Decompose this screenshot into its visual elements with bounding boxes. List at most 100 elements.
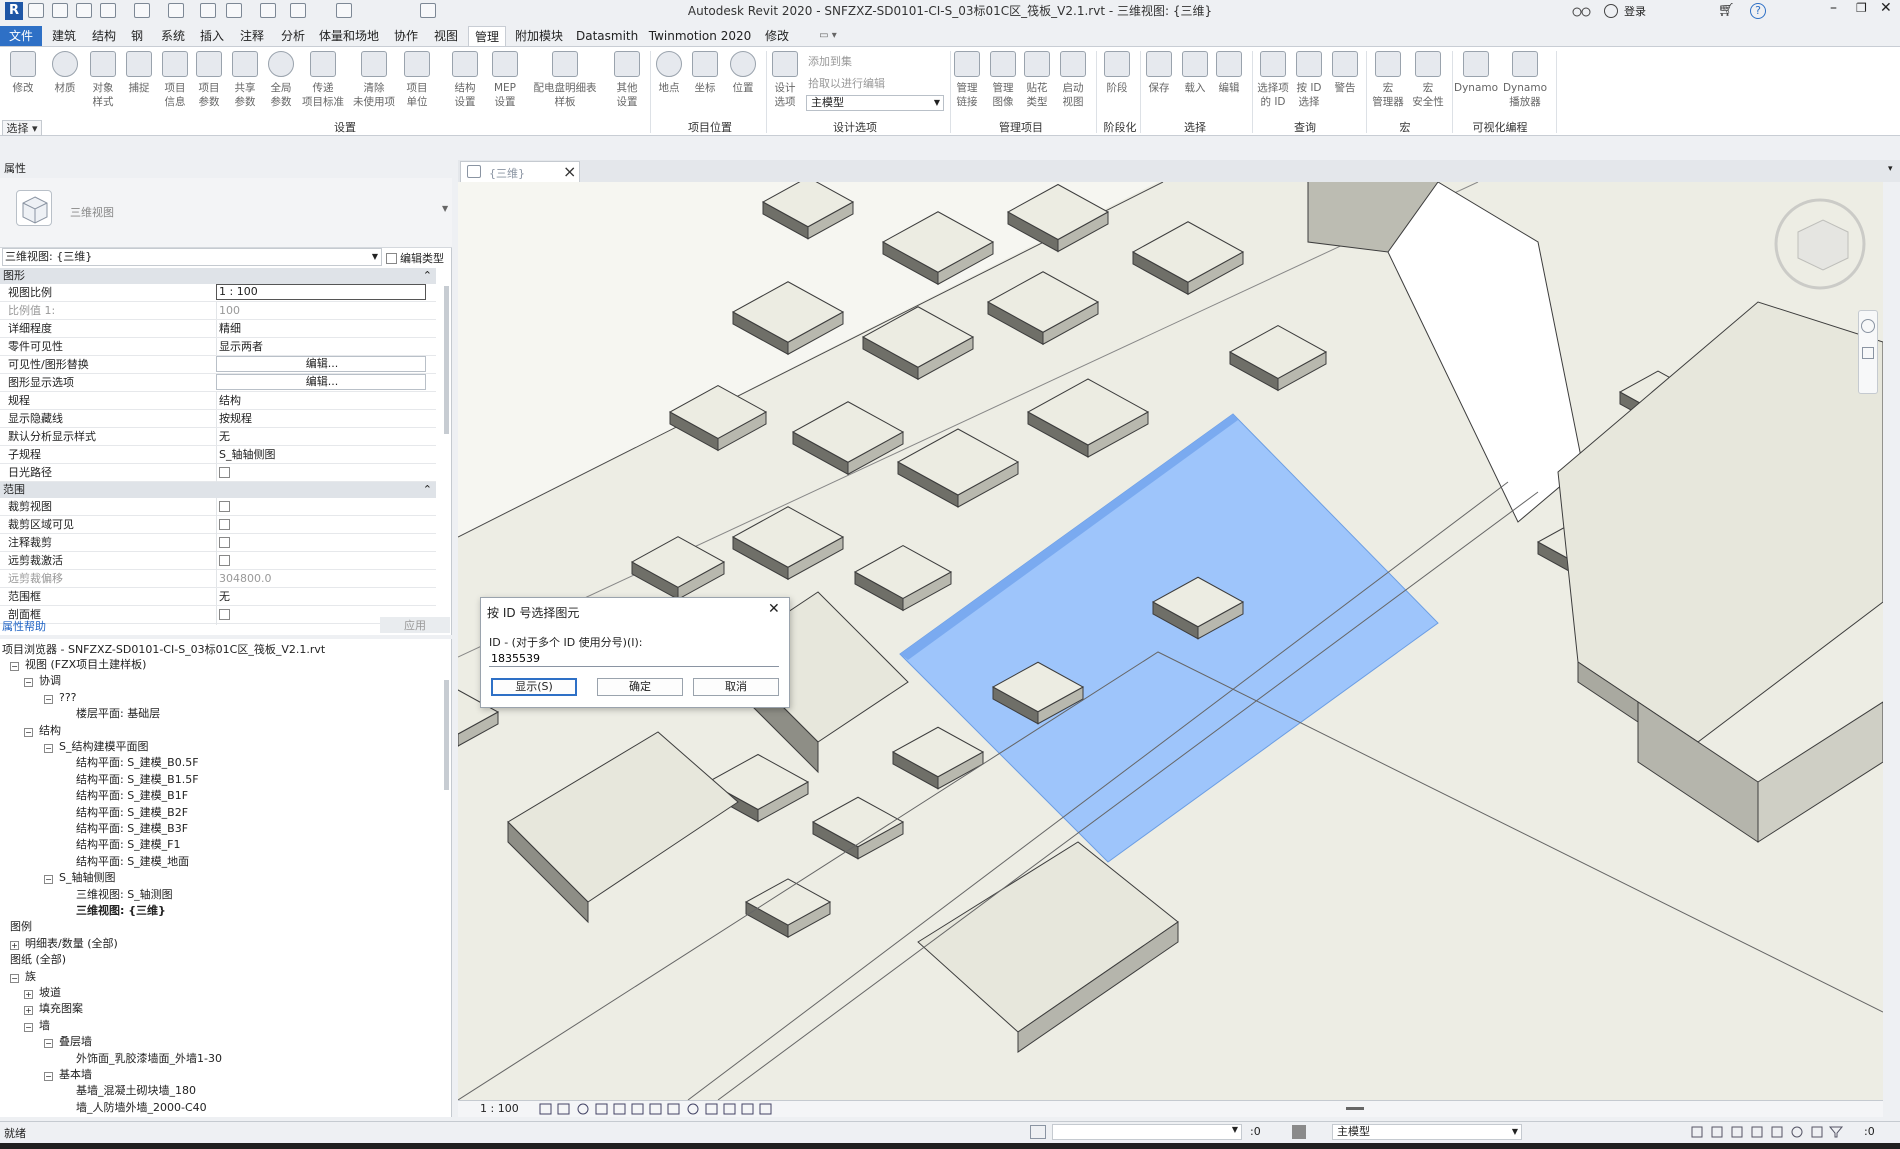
properties-help-link[interactable]: 属性帮助 <box>2 618 46 634</box>
position-button[interactable]: 位置 <box>726 51 760 121</box>
property-edit-button[interactable]: 编辑... <box>216 374 426 390</box>
property-value[interactable]: 无 <box>216 588 426 605</box>
collapse-icon[interactable]: − <box>24 678 33 688</box>
global-params-button[interactable]: 全局 参数 <box>264 51 298 121</box>
phases-button[interactable]: 阶段 <box>1100 51 1134 121</box>
materials-button[interactable]: 材质 <box>48 51 82 121</box>
steering-wheel-icon[interactable] <box>1861 319 1875 333</box>
horizontal-scroll-thumb[interactable] <box>1346 1107 1364 1110</box>
tree-node[interactable]: 结构平面: S_建模_B1F <box>76 788 188 804</box>
tree-node[interactable]: 结构平面: S_建模_B1.5F <box>76 772 199 788</box>
apply-button[interactable]: 应用 <box>380 617 450 633</box>
decal-types-button[interactable]: 贴花 类型 <box>1020 51 1054 121</box>
starting-view-button[interactable]: 启动 视图 <box>1056 51 1090 121</box>
dynamo-button[interactable]: Dynamo <box>1454 51 1498 121</box>
pick-to-edit-button[interactable]: 拾取以进行编辑 <box>808 75 885 91</box>
tab-insert[interactable]: 插入 <box>198 26 226 46</box>
undo-icon[interactable] <box>134 3 150 18</box>
panel-toggle-icon[interactable]: ▭ ▾ <box>814 26 842 46</box>
tree-node[interactable]: −??? <box>44 690 77 706</box>
properties-scrollbar[interactable] <box>444 286 449 434</box>
property-value[interactable]: 结构 <box>216 392 426 409</box>
close-icon[interactable]: × <box>563 162 576 181</box>
tree-node[interactable]: + 坡道 <box>24 985 61 1001</box>
view-tab-menu-icon[interactable]: ▾ <box>1888 164 1893 174</box>
navigation-bar[interactable] <box>1858 310 1878 394</box>
property-value[interactable]: 无 <box>216 428 426 445</box>
tab-collaborate[interactable]: 协作 <box>392 26 420 46</box>
tree-node[interactable]: 基墙_混凝土砌块墙_180 <box>76 1083 196 1099</box>
object-styles-button[interactable]: 对象 样式 <box>86 51 120 121</box>
workset-select[interactable]: ▼ <box>1052 1124 1242 1140</box>
dimension-icon[interactable] <box>260 3 276 18</box>
transfer-standards-button[interactable]: 传递 项目标准 <box>300 51 346 121</box>
cancel-button[interactable]: 取消 <box>693 678 779 696</box>
property-checkbox[interactable] <box>216 534 426 553</box>
tab-analyze[interactable]: 分析 <box>278 26 308 46</box>
purge-unused-button[interactable]: 清除 未使用项 <box>350 51 398 121</box>
tree-node[interactable]: − 基本墙 <box>44 1067 92 1083</box>
project-units-button[interactable]: 项目 单位 <box>400 51 434 121</box>
collapse-icon[interactable]: − <box>24 727 33 737</box>
project-info-button[interactable]: 项目 信息 <box>158 51 192 121</box>
collapse-icon[interactable]: − <box>44 744 53 753</box>
warnings-button[interactable]: 警告 <box>1328 51 1362 121</box>
collapse-icon[interactable]: − <box>44 1072 53 1081</box>
restore-icon[interactable]: ❐ <box>1856 1 1867 15</box>
tab-modify[interactable]: 修改 <box>762 26 792 46</box>
open-icon[interactable] <box>52 3 68 18</box>
design-options-button[interactable]: 设计 选项 <box>768 51 802 121</box>
add-to-set-button[interactable]: 添加到集 <box>808 53 852 69</box>
tab-architecture[interactable]: 建筑 <box>50 26 78 46</box>
checkbox[interactable] <box>219 519 230 530</box>
worksets-icon[interactable] <box>1030 1125 1046 1139</box>
help-icon[interactable]: ? <box>1750 3 1766 19</box>
switch-windows-icon[interactable] <box>420 3 436 18</box>
modify-button[interactable]: 修改 <box>6 51 40 121</box>
property-value[interactable]: S_轴轴侧图 <box>216 446 426 463</box>
tree-node[interactable]: − S_轴轴侧图 <box>44 870 115 886</box>
user-icon[interactable] <box>1604 4 1618 18</box>
checkbox[interactable] <box>219 467 230 478</box>
edit-selection-button[interactable]: 编辑 <box>1212 51 1246 121</box>
status-model-select[interactable]: 主模型 ▼ <box>1332 1124 1522 1140</box>
view-control-icons[interactable] <box>538 1103 828 1115</box>
tree-node[interactable]: 三维视图: {三维} <box>76 903 166 919</box>
select-by-id-button[interactable]: 按 ID 选择 <box>1292 51 1326 121</box>
view-scale[interactable]: 1 : 100 <box>480 1102 519 1115</box>
print-icon[interactable] <box>200 3 216 18</box>
tree-node[interactable]: 外饰面_乳胶漆墙面_外墙1-30 <box>76 1051 222 1067</box>
tree-node[interactable]: − 墙 <box>24 1018 50 1034</box>
tree-node[interactable]: + 明细表/数量 (全部) <box>10 936 118 952</box>
load-selection-button[interactable]: 载入 <box>1178 51 1212 121</box>
mep-settings-button[interactable]: MEP 设置 <box>488 51 522 121</box>
tab-annotate[interactable]: 注释 <box>238 26 266 46</box>
selection-toggle-icons[interactable] <box>1690 1125 1860 1139</box>
checkbox[interactable] <box>219 501 230 512</box>
expand-icon[interactable]: + <box>24 990 33 999</box>
tree-node[interactable]: − 结构 <box>24 723 61 739</box>
checkbox[interactable] <box>219 555 230 566</box>
type-selector[interactable]: 三维视图 ▼ <box>0 178 452 248</box>
tree-node[interactable]: 结构平面: S_建模_地面 <box>76 854 189 870</box>
instance-view-selector[interactable]: 三维视图: {三维} ▼ <box>2 248 382 266</box>
close-window-icon[interactable]: ✕ <box>1880 0 1892 16</box>
edit-type-button[interactable]: 编辑类型 <box>386 250 444 266</box>
zoom-icon[interactable] <box>1862 347 1874 359</box>
redo-icon[interactable] <box>168 3 184 18</box>
save-selection-button[interactable]: 保存 <box>1142 51 1176 121</box>
tree-node[interactable]: 结构平面: S_建模_B2F <box>76 805 188 821</box>
sync-icon[interactable] <box>100 3 116 18</box>
tree-node[interactable]: 楼层平面: 基础层 <box>76 706 160 722</box>
tree-node[interactable]: 结构平面: S_建模_B3F <box>76 821 188 837</box>
tab-3d-view[interactable]: {三维} × <box>460 161 580 182</box>
design-option-select[interactable]: 主模型 ▼ <box>806 95 944 111</box>
close-icon[interactable]: ✕ <box>768 601 780 617</box>
browser-scrollbar[interactable] <box>444 680 449 790</box>
tree-node[interactable]: − S_结构建模平面图 <box>44 739 148 755</box>
property-checkbox[interactable] <box>216 464 426 483</box>
property-checkbox[interactable] <box>216 516 426 535</box>
tab-systems[interactable]: 系统 <box>158 26 188 46</box>
tab-addins[interactable]: 附加模块 <box>514 26 564 46</box>
tab-steel[interactable]: 钢 <box>128 26 146 46</box>
